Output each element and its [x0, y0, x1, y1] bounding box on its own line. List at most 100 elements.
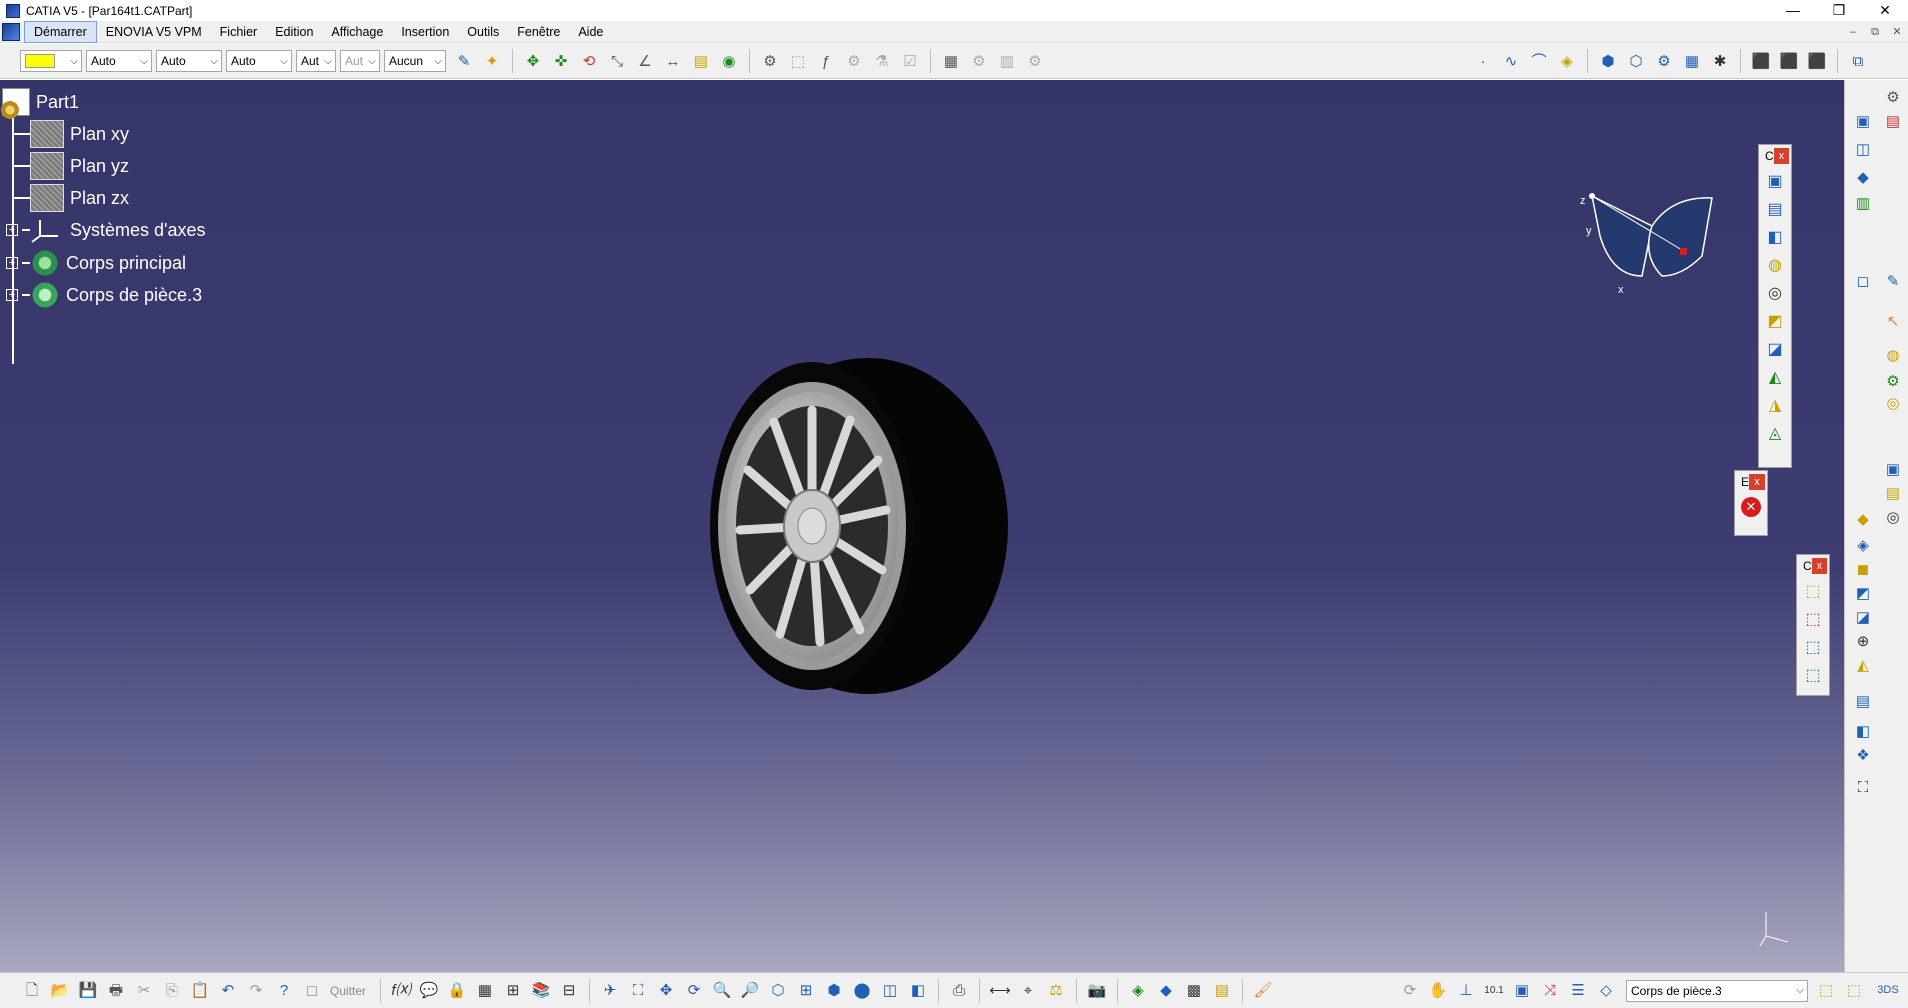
menu-demarrer[interactable]: Démarrer: [24, 20, 97, 43]
material-library-icon[interactable]: ◆: [1155, 980, 1177, 1002]
grid-icon[interactable]: ▦: [1681, 50, 1703, 72]
law-icon[interactable]: ⚗: [871, 50, 893, 72]
measure-tool-icon[interactable]: ▤: [1851, 690, 1875, 712]
gear-icon[interactable]: ⚙: [1881, 370, 1905, 392]
knowledge-icon[interactable]: ⚙: [843, 50, 865, 72]
undo-icon[interactable]: ↶: [217, 980, 239, 1002]
point-icon[interactable]: ·: [1472, 50, 1494, 72]
angle-icon[interactable]: ∠: [634, 50, 656, 72]
mass-icon[interactable]: ⚖: [1045, 980, 1067, 1002]
shell-icon[interactable]: ▤: [1881, 482, 1905, 504]
snap-icon[interactable]: ✜: [550, 50, 572, 72]
format-painter-icon[interactable]: ✎: [453, 50, 475, 72]
expand-icon[interactable]: +: [6, 289, 18, 301]
edit-icon[interactable]: ✎: [1881, 270, 1905, 292]
doc-close-button[interactable]: ✕: [1886, 21, 1908, 43]
list-icon[interactable]: ☰: [1567, 980, 1589, 1002]
fit-all-in-icon[interactable]: ⛶: [627, 980, 649, 1002]
target-icon[interactable]: ⊕: [1851, 630, 1875, 652]
tree-item-plan-zx[interactable]: Plan zx: [14, 182, 129, 214]
fit-all-icon[interactable]: ⛶: [1851, 776, 1875, 798]
curve-icon[interactable]: ⌒: [1528, 50, 1550, 72]
print-icon[interactable]: 🖶: [105, 980, 127, 1002]
quit-label[interactable]: Quitter: [330, 984, 366, 998]
menu-fichier[interactable]: Fichier: [211, 21, 267, 43]
check-icon[interactable]: ☑: [899, 50, 921, 72]
menu-aide[interactable]: Aide: [569, 21, 612, 43]
insert-body-icon[interactable]: ⬚: [1815, 980, 1837, 1002]
remove-loft-icon[interactable]: ◬: [1759, 419, 1791, 447]
render-style-2-icon[interactable]: ⬛: [1778, 50, 1800, 72]
expand-icon[interactable]: +: [6, 257, 18, 269]
pocket-icon[interactable]: ▤: [1759, 195, 1791, 223]
shading-icon[interactable]: ⬤: [851, 980, 873, 1002]
quit-icon[interactable]: ◻: [301, 980, 323, 1002]
apply-material-icon[interactable]: ◈: [1127, 980, 1149, 1002]
cut-icon[interactable]: ✂: [133, 980, 155, 1002]
menu-insertion[interactable]: Insertion: [392, 21, 458, 43]
publication-icon[interactable]: ⬚: [787, 50, 809, 72]
plane-tool-icon[interactable]: ◫: [1851, 138, 1875, 160]
slot-icon[interactable]: ◪: [1759, 335, 1791, 363]
new-file-icon[interactable]: 🗋: [21, 980, 43, 1002]
inertia-icon[interactable]: ◉: [718, 50, 740, 72]
paste-icon[interactable]: 📋: [189, 980, 211, 1002]
close-icon[interactable]: x: [1811, 558, 1827, 574]
window-icon[interactable]: ◻: [1851, 270, 1875, 292]
close-button[interactable]: ✕: [1862, 0, 1908, 21]
pattern-icon[interactable]: ◈: [1851, 534, 1875, 556]
cylinder-icon[interactable]: ◍: [1881, 344, 1905, 366]
boolean-remove-icon[interactable]: ⬚: [1797, 633, 1829, 661]
table-icon[interactable]: ▦: [474, 980, 496, 1002]
rib-icon[interactable]: ◩: [1759, 307, 1791, 335]
design-table-icon[interactable]: ▥: [996, 50, 1018, 72]
zoom-out-icon[interactable]: 🔎: [739, 980, 761, 1002]
pdf-icon[interactable]: ▤: [1881, 110, 1905, 132]
distance-icon[interactable]: ↔: [662, 50, 684, 72]
distance-analysis-icon[interactable]: ⟷: [989, 980, 1011, 1002]
view-mode-icon[interactable]: ⬢: [1597, 50, 1619, 72]
settings-icon[interactable]: ⚙: [1881, 86, 1905, 108]
lock-icon[interactable]: 🔒: [446, 980, 468, 1002]
shaft-icon[interactable]: ◧: [1759, 223, 1791, 251]
solid-icon[interactable]: ◼: [1851, 558, 1875, 580]
chamfer-icon[interactable]: ◭: [1851, 654, 1875, 676]
hole-icon[interactable]: ◎: [1759, 279, 1791, 307]
spline-icon[interactable]: ∿: [1500, 50, 1522, 72]
draft-icon[interactable]: ◎: [1881, 392, 1905, 414]
boolean-add-icon[interactable]: ⬚: [1797, 605, 1829, 633]
formula-icon[interactable]: f⒳: [390, 980, 412, 1002]
doc-minimize-button[interactable]: –: [1842, 21, 1864, 43]
menu-enovia[interactable]: ENOVIA V5 VPM: [97, 21, 211, 43]
close-icon[interactable]: x: [1749, 474, 1765, 490]
boolean-intersect-icon[interactable]: ⬚: [1797, 661, 1829, 689]
save-icon[interactable]: 💾: [77, 980, 99, 1002]
stiffener-icon[interactable]: ◭: [1759, 363, 1791, 391]
graphic-properties-icon[interactable]: ✦: [481, 50, 503, 72]
line-type-combo[interactable]: Auto ⌵: [226, 50, 292, 72]
redo-icon[interactable]: ↷: [245, 980, 267, 1002]
whats-this-icon[interactable]: ?: [273, 980, 295, 1002]
zoom-in-icon[interactable]: 🔍: [711, 980, 733, 1002]
tree-root[interactable]: Part1: [1, 88, 79, 119]
rotate-view-icon[interactable]: ⟳: [683, 980, 705, 1002]
thickness-icon[interactable]: ▣: [1881, 458, 1905, 480]
rotate-icon[interactable]: ⟲: [578, 50, 600, 72]
swap-space-icon[interactable]: ⚙: [1653, 50, 1675, 72]
fly-mode-icon[interactable]: ✈: [599, 980, 621, 1002]
camera-icon[interactable]: 📷: [1086, 980, 1108, 1002]
part-design-icon[interactable]: ◆: [1851, 508, 1875, 530]
tree-item-plan-yz[interactable]: Plan yz: [14, 150, 129, 182]
normal-view-icon[interactable]: ⬡: [767, 980, 789, 1002]
surface-icon[interactable]: ◈: [1556, 50, 1578, 72]
hide-show-icon[interactable]: ⬡: [1625, 50, 1647, 72]
tree-item-plan-xy[interactable]: Plan xy: [14, 118, 129, 150]
wheel-model[interactable]: [700, 350, 1020, 700]
snapshot-icon[interactable]: ▣: [1511, 980, 1533, 1002]
measure-icon[interactable]: ⤡: [606, 50, 628, 72]
tools-icon[interactable]: ✱: [1709, 50, 1731, 72]
sketch-icon[interactable]: ▣: [1851, 110, 1875, 132]
multi-view-icon[interactable]: ⧉: [1847, 50, 1869, 72]
scale-icon[interactable]: 10.1: [1483, 980, 1505, 1002]
menu-edition[interactable]: Edition: [266, 21, 322, 43]
